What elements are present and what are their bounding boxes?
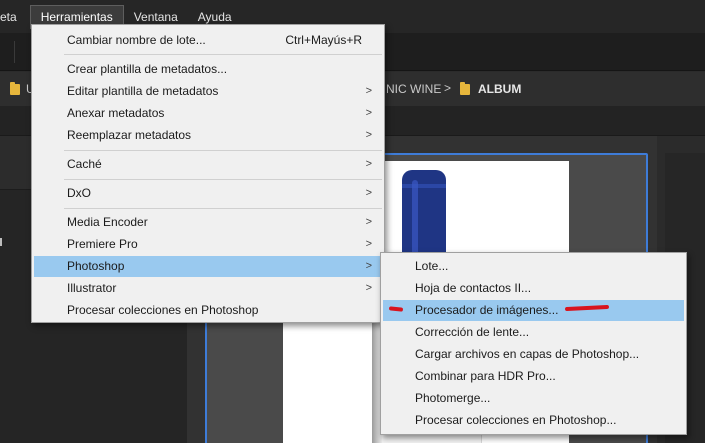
menu-separator xyxy=(64,54,382,55)
menu-item-label: Combinar para HDR Pro... xyxy=(415,369,556,383)
submenu-item-photomerge[interactable]: Photomerge... xyxy=(383,388,684,409)
menu-item-label: Anexar metadatos xyxy=(67,106,165,120)
chevron-right-icon: > xyxy=(365,238,372,250)
menu-item-cambiar-nombre-lote[interactable]: Cambiar nombre de lote... Ctrl+Mayús+R xyxy=(34,30,382,51)
chevron-right-icon: > xyxy=(365,85,372,97)
menu-item-label: Reemplazar metadatos xyxy=(67,128,192,142)
menu-item-shortcut: Ctrl+Mayús+R xyxy=(285,33,362,47)
menu-item-cache[interactable]: Caché > xyxy=(34,154,382,175)
path-segment-wine[interactable]: NIC WINE xyxy=(386,82,441,96)
herramientas-menu: Cambiar nombre de lote... Ctrl+Mayús+R C… xyxy=(31,24,385,323)
chevron-right-icon: > xyxy=(365,158,372,170)
menu-item-photoshop[interactable]: Photoshop > xyxy=(34,256,382,277)
submenu-item-hoja-contactos[interactable]: Hoja de contactos II... xyxy=(383,278,684,299)
chevron-right-icon: > xyxy=(365,129,372,141)
menu-item-label: Illustrator xyxy=(67,281,117,295)
path-separator-icon: > xyxy=(444,81,452,95)
menu-item-label: Editar plantilla de metadatos xyxy=(67,84,219,98)
folder-icon xyxy=(10,82,20,95)
menu-item-label: Procesar colecciones en Photoshop xyxy=(67,303,259,317)
submenu-item-correccion-lente[interactable]: Corrección de lente... xyxy=(383,322,684,343)
menu-item-label: Caché xyxy=(67,157,102,171)
menu-separator xyxy=(64,208,382,209)
menu-item-label: Crear plantilla de metadatos... xyxy=(67,62,228,76)
chevron-right-icon: > xyxy=(365,282,372,294)
menu-item-anexar-metadatos[interactable]: Anexar metadatos > xyxy=(34,103,382,124)
submenu-item-lote[interactable]: Lote... xyxy=(383,256,684,277)
menu-item-label: Premiere Pro xyxy=(67,237,138,251)
menu-item-label: Procesar colecciones en Photoshop... xyxy=(415,413,617,427)
menu-item-label: Procesador de imágenes... xyxy=(415,303,559,317)
menu-item-label: DxO xyxy=(67,186,91,200)
toolbar-separator xyxy=(14,41,15,63)
menu-item-reemplazar-metadatos[interactable]: Reemplazar metadatos > xyxy=(34,125,382,146)
path-segment-album[interactable]: ALBUM xyxy=(478,82,521,96)
photoshop-submenu: Lote... Hoja de contactos II... Procesad… xyxy=(380,252,687,435)
menu-item-label: Cambiar nombre de lote... xyxy=(67,33,206,47)
menu-item-label: Hoja de contactos II... xyxy=(415,281,532,295)
menu-item-illustrator[interactable]: Illustrator > xyxy=(34,278,382,299)
menu-item-label: Media Encoder xyxy=(67,215,148,229)
chevron-right-icon: > xyxy=(365,260,372,272)
menu-item-dxo[interactable]: DxO > xyxy=(34,183,382,204)
menu-separator xyxy=(64,150,382,151)
menu-item-label: Corrección de lente... xyxy=(415,325,530,339)
menu-separator xyxy=(64,179,382,180)
folder-icon xyxy=(460,82,470,95)
submenu-item-procesador-imagenes[interactable]: Procesador de imágenes... xyxy=(383,300,684,321)
chevron-right-icon: > xyxy=(365,216,372,228)
menu-item-media-encoder[interactable]: Media Encoder > xyxy=(34,212,382,233)
menu-item-label: Photomerge... xyxy=(415,391,491,405)
panel-resize-handle[interactable] xyxy=(0,238,2,246)
submenu-item-combinar-hdr[interactable]: Combinar para HDR Pro... xyxy=(383,366,684,387)
chevron-right-icon: > xyxy=(365,187,372,199)
submenu-item-procesar-colecciones[interactable]: Procesar colecciones en Photoshop... xyxy=(383,410,684,431)
submenu-item-cargar-archivos-capas[interactable]: Cargar archivos en capas de Photoshop... xyxy=(383,344,684,365)
menu-item-label: Lote... xyxy=(415,259,449,273)
menu-item-label: Photoshop xyxy=(67,259,125,273)
chevron-right-icon: > xyxy=(365,107,372,119)
menu-item-premiere-pro[interactable]: Premiere Pro > xyxy=(34,234,382,255)
menu-item-label: Cargar archivos en capas de Photoshop... xyxy=(415,347,640,361)
menu-item-procesar-colecciones[interactable]: Procesar colecciones en Photoshop xyxy=(34,300,382,321)
menu-item-editar-plantilla[interactable]: Editar plantilla de metadatos > xyxy=(34,81,382,102)
menu-item-crear-plantilla[interactable]: Crear plantilla de metadatos... xyxy=(34,59,382,80)
menu-metadata-partial[interactable]: eta xyxy=(0,5,30,29)
